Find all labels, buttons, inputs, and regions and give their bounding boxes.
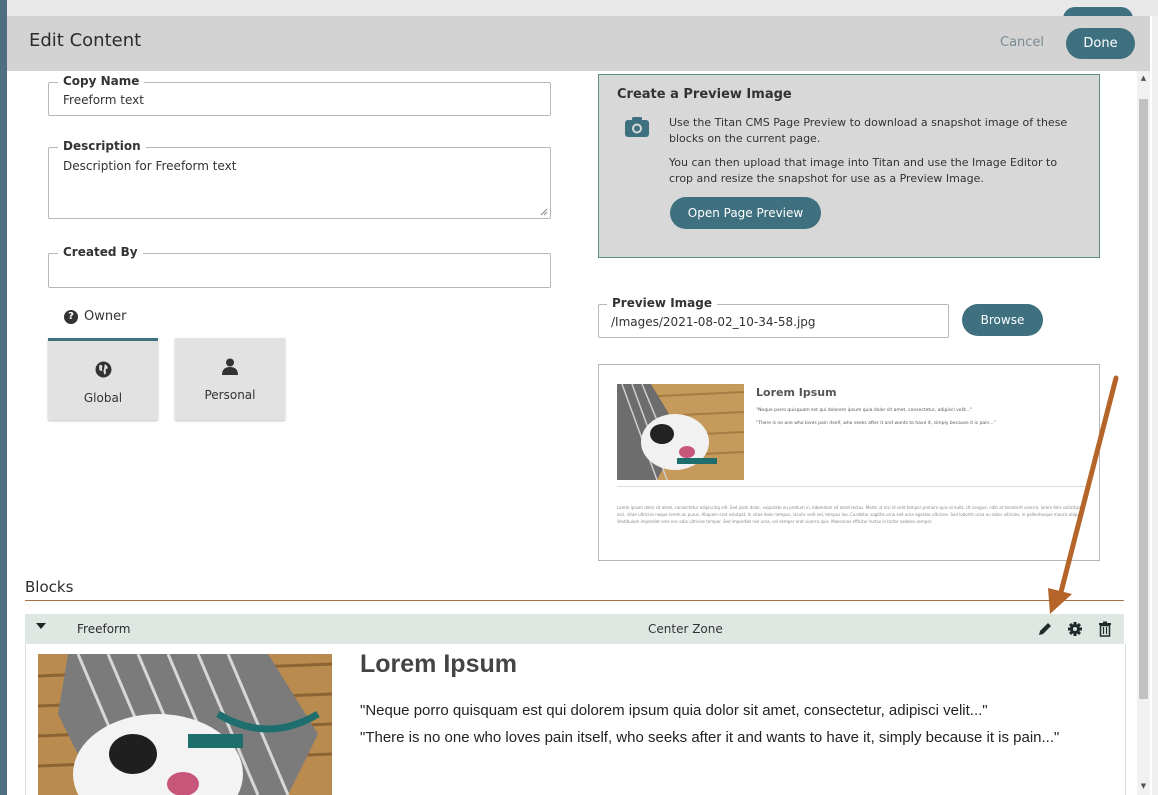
description-field[interactable]: Description Description for Freeform tex… xyxy=(48,139,551,219)
scroll-up-arrow-icon[interactable]: ▲ xyxy=(1137,74,1150,82)
dog-photo-thumbnail xyxy=(617,384,744,480)
user-icon xyxy=(175,358,285,375)
description-textarea[interactable]: Description for Freeform text xyxy=(63,159,236,173)
preview-panel-title: Create a Preview Image xyxy=(617,87,792,102)
browse-button[interactable]: Browse xyxy=(962,304,1043,336)
block-header-freeform[interactable]: Freeform Center Zone xyxy=(25,614,1124,644)
create-preview-image-panel: Create a Preview Image Use the Titan CMS… xyxy=(598,74,1100,258)
created-by-label: Created By xyxy=(58,245,143,259)
done-button[interactable]: Done xyxy=(1066,28,1135,59)
preview-instructions-1: Use the Titan CMS Page Preview to downlo… xyxy=(669,116,1068,145)
owner-option-personal[interactable]: Personal xyxy=(175,338,285,420)
dog-photo xyxy=(38,654,332,795)
block-type-label: Freeform xyxy=(77,622,131,636)
description-label: Description xyxy=(58,139,146,153)
block-title: Lorem Ipsum xyxy=(360,650,517,678)
collapse-caret-icon[interactable] xyxy=(36,623,46,629)
help-icon[interactable]: ? xyxy=(64,309,78,324)
globe-icon xyxy=(48,361,158,378)
thumbnail-paragraph: Lorem ipsum dolor sit amet, consectetur … xyxy=(617,505,1085,524)
scroll-thumb[interactable] xyxy=(1139,99,1148,699)
scroll-down-arrow-icon[interactable]: ▼ xyxy=(1137,782,1150,790)
block-quote-2: "There is no one who loves pain itself, … xyxy=(360,729,1060,746)
blocks-heading: Blocks xyxy=(25,578,74,596)
trash-icon[interactable] xyxy=(1097,621,1113,637)
owner-option-label: Personal xyxy=(204,388,256,402)
copy-name-field[interactable]: Copy Name Freeform text xyxy=(48,74,551,116)
window-frame-left xyxy=(0,0,7,795)
settings-icon[interactable] xyxy=(1067,621,1083,637)
dialog-header: Edit Content Cancel Done xyxy=(7,16,1150,71)
blocks-divider xyxy=(25,600,1124,601)
block-zone-label: Center Zone xyxy=(648,622,723,636)
owner-option-label: Global xyxy=(83,391,123,405)
cancel-button[interactable]: Cancel xyxy=(1000,35,1044,50)
preview-image-label: Preview Image xyxy=(607,296,717,310)
thumbnail-quote-2: "There is no one who loves pain itself, … xyxy=(756,421,996,426)
window-frame-top xyxy=(7,0,1158,16)
owner-option-global[interactable]: Global xyxy=(48,338,158,420)
copy-name-label: Copy Name xyxy=(58,74,145,88)
preview-instructions-2: You can then upload that image into Tita… xyxy=(669,156,1058,185)
preview-image-field[interactable]: Preview Image /Images/2021-08-02_10-34-5… xyxy=(598,296,949,338)
block-quote-1: "Neque porro quisquam est qui dolorem ip… xyxy=(360,702,988,719)
created-by-field[interactable]: Created By xyxy=(48,245,551,288)
thumbnail-quote-1: "Neque porro quisquam est qui dolorem ip… xyxy=(756,408,973,413)
open-page-preview-button[interactable]: Open Page Preview xyxy=(670,197,821,229)
copy-name-input[interactable]: Freeform text xyxy=(63,93,144,107)
block-content-freeform: Lorem Ipsum "Neque porro quisquam est qu… xyxy=(25,644,1126,795)
preview-image-input[interactable]: /Images/2021-08-02_10-34-58.jpg xyxy=(611,315,816,329)
thumbnail-divider xyxy=(617,486,1087,487)
dialog-title: Edit Content xyxy=(29,30,142,51)
resize-grip-icon[interactable] xyxy=(540,208,548,216)
owner-label: ? Owner xyxy=(64,309,126,324)
camera-icon xyxy=(623,115,651,143)
preview-image-thumbnail: Lorem Ipsum "Neque porro quisquam est qu… xyxy=(598,364,1100,561)
owner-label-text: Owner xyxy=(84,309,127,324)
edit-icon[interactable] xyxy=(1037,621,1053,637)
thumbnail-title: Lorem Ipsum xyxy=(756,386,837,399)
window-frame-right xyxy=(1152,16,1158,795)
vertical-scrollbar[interactable]: ▲ ▼ xyxy=(1137,71,1150,795)
